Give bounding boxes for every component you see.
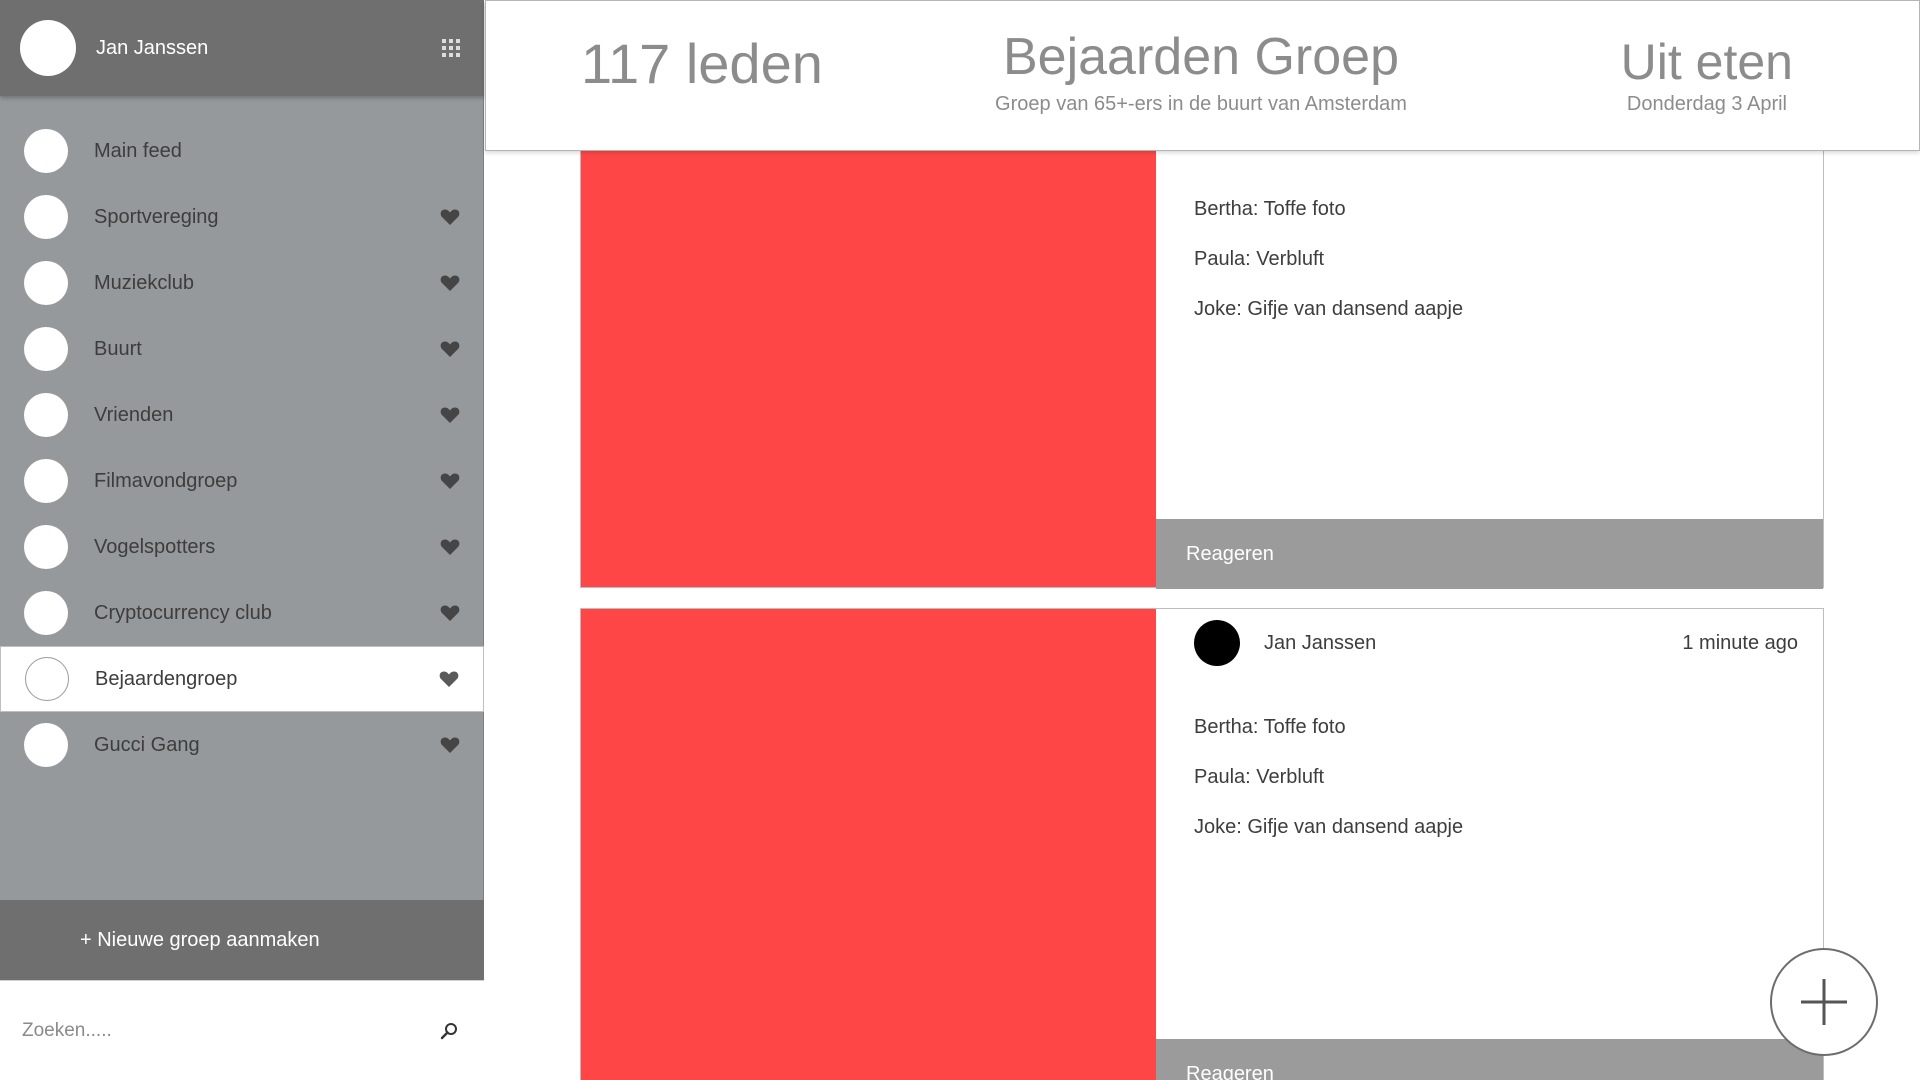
comment: Paula: Verbluft [1194,248,1325,270]
sidebar-item-label: Bejaardengroep [95,667,238,690]
post-body: Bertha: Toffe foto Paula: Verbluft Joke:… [1156,121,1823,589]
profile-bar: Jan Janssen [0,0,484,96]
reply-button[interactable]: Reageren [1156,519,1823,589]
search-input[interactable] [22,1010,438,1051]
heart-icon[interactable] [440,339,460,359]
heart-icon[interactable] [440,405,460,425]
comment: Paula: Verbluft [1194,766,1325,788]
avatar[interactable] [1194,620,1240,666]
sidebar-item-vrienden[interactable]: Vrienden [0,382,484,448]
sidebar-item-buurt[interactable]: Buurt [0,316,484,382]
group-avatar [24,723,68,767]
sidebar-item-sportvereging[interactable]: Sportvereging [0,184,484,250]
group-list: Main feed Sportvereging Muziekclub Buurt… [0,118,484,778]
heart-icon[interactable] [440,273,460,293]
heart-icon[interactable] [440,735,460,755]
heart-icon[interactable] [440,471,460,491]
event-title[interactable]: Uit eten [1621,33,1793,91]
author-name[interactable]: Jan Janssen [1264,632,1682,655]
sidebar-item-cryptocurrency-club[interactable]: Cryptocurrency club [0,580,484,646]
new-group-button[interactable]: + Nieuwe groep aanmaken [0,900,484,980]
sidebar-item-label: Muziekclub [94,271,195,294]
plus-icon [1801,979,1847,1025]
comment: Bertha: Toffe foto [1194,716,1346,738]
group-avatar [24,459,68,503]
feed: Bertha: Toffe foto Paula: Verbluft Joke:… [580,0,1824,1080]
group-avatar [24,393,68,437]
post: Bertha: Toffe foto Paula: Verbluft Joke:… [580,120,1824,589]
sidebar-item-main-feed[interactable]: Main feed [0,118,484,184]
comment-list: Bertha: Toffe foto Paula: Verbluft Joke:… [1194,197,1463,347]
group-avatar [24,327,68,371]
event-date: Donderdag 3 April [1626,93,1787,115]
heart-icon[interactable] [439,669,459,689]
heart-icon[interactable] [440,603,460,623]
group-avatar [24,591,68,635]
profile-name[interactable]: Jan Janssen [96,37,442,60]
sidebar-item-label: Gucci Gang [94,733,200,756]
group-avatar [24,525,68,569]
post-image[interactable] [581,609,1156,1080]
sidebar-item-vogelspotters[interactable]: Vogelspotters [0,514,484,580]
comment: Bertha: Toffe foto [1194,198,1346,220]
sidebar-item-label: Vogelspotters [94,535,216,558]
group-avatar [25,657,69,701]
post: Jan Janssen 1 minute ago Bertha: Toffe f… [580,608,1824,1080]
grid-icon[interactable] [442,39,460,57]
group-avatar [24,195,68,239]
sidebar-item-label: Vrienden [94,403,174,426]
sidebar-item-label: Buurt [94,337,142,360]
sidebar-item-label: Main feed [94,139,182,162]
heart-icon[interactable] [440,537,460,557]
group-subtitle: Groep van 65+-ers in de buurt van Amster… [995,93,1407,115]
search-box [0,980,484,1080]
sidebar-item-filmavondgroep[interactable]: Filmavondgroep [0,448,484,514]
heart-icon[interactable] [440,207,460,227]
post-timestamp: 1 minute ago [1682,631,1798,654]
comment: Joke: Gifje van dansend aapje [1194,298,1464,320]
sidebar: Jan Janssen Main feed Sportvereging Muzi… [0,0,484,1080]
sidebar-item-muziekclub[interactable]: Muziekclub [0,250,484,316]
comment: Joke: Gifje van dansend aapje [1194,816,1464,838]
add-post-button[interactable] [1770,948,1878,1056]
group-avatar [24,261,68,305]
sidebar-item-label: Sportvereging [94,205,219,228]
sidebar-item-label: Cryptocurrency club [94,601,272,624]
profile-avatar[interactable] [20,20,76,76]
reply-button[interactable]: Reageren [1156,1039,1823,1080]
post-author-row: Jan Janssen 1 minute ago [1194,619,1798,667]
member-count[interactable]: 117 leden [581,31,823,96]
page-title: Bejaarden Groep [1002,28,1400,86]
post-body: Jan Janssen 1 minute ago Bertha: Toffe f… [1156,609,1823,1080]
group-header: 117 leden Bejaarden Groep Groep van 65+-… [485,0,1920,151]
sidebar-item-gucci-gang[interactable]: Gucci Gang [0,712,484,778]
post-image[interactable] [581,121,1156,587]
comment-list: Bertha: Toffe foto Paula: Verbluft Joke:… [1194,715,1463,865]
search-icon[interactable] [438,1020,460,1042]
sidebar-item-bejaardengroep[interactable]: Bejaardengroep [0,646,484,712]
sidebar-item-label: Filmavondgroep [94,469,238,492]
group-avatar [24,129,68,173]
